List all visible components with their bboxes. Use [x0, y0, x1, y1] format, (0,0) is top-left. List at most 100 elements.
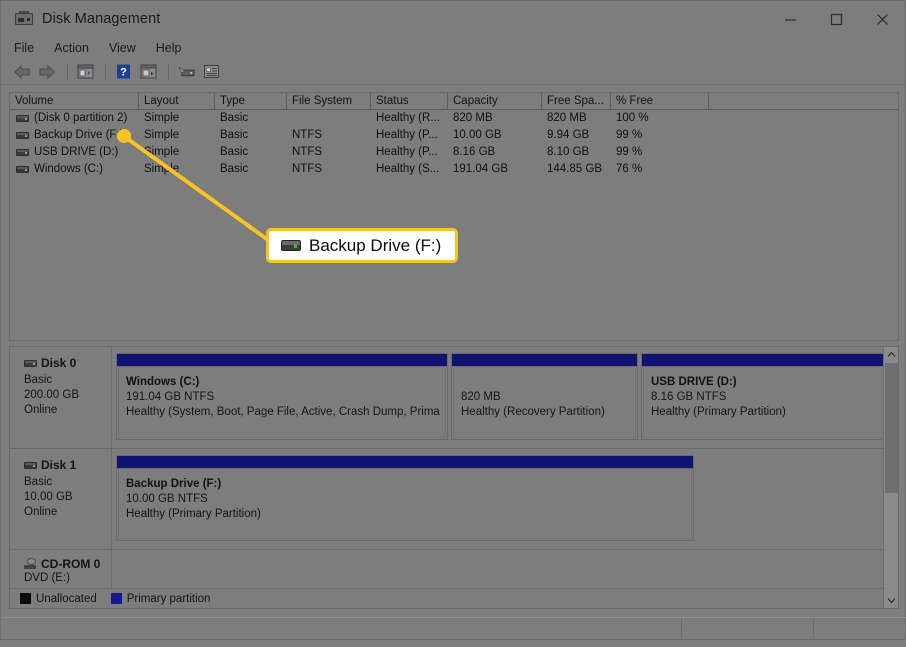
status-bar-cell-3	[814, 618, 906, 638]
cell-capacity: 10.00 GB	[448, 127, 542, 144]
show-action-pane-button[interactable]	[137, 62, 159, 82]
cell-layout: Simple	[139, 110, 215, 127]
toolbar: ?	[1, 59, 905, 85]
partition-fill-bar	[117, 354, 447, 367]
cell-percent-free: 99 %	[611, 144, 709, 161]
disk-row-disk-1[interactable]: Disk 1 Basic 10.00 GB Online Backup Driv…	[10, 449, 898, 550]
close-icon[interactable]	[859, 1, 905, 37]
show-hide-console-tree-button[interactable]	[74, 62, 96, 82]
menu-bar: File Action View Help	[1, 37, 905, 59]
drive-icon	[16, 166, 29, 173]
column-header-status[interactable]: Status	[371, 93, 448, 109]
cell-type: Basic	[215, 127, 287, 144]
disk-row-cdrom-0[interactable]: CD-ROM 0 DVD (E:)	[10, 550, 898, 588]
partition-status: Healthy (System, Boot, Page File, Active…	[126, 405, 445, 420]
table-row[interactable]: Windows (C:) Simple Basic NTFS Healthy (…	[10, 161, 898, 178]
scroll-down-icon[interactable]	[884, 593, 898, 608]
disk-size: 10.00 GB	[24, 490, 111, 505]
disk-size: 200.00 GB	[24, 388, 111, 403]
properties-button[interactable]	[200, 62, 222, 82]
cell-layout: Simple	[139, 127, 215, 144]
maximize-icon[interactable]	[813, 1, 859, 37]
forward-button[interactable]	[36, 62, 58, 82]
cell-percent-free: 76 %	[611, 161, 709, 178]
partition-recovery[interactable]: 820 MB Healthy (Recovery Partition)	[451, 353, 638, 440]
disk-drive-icon	[15, 11, 33, 27]
partition-size: 191.04 GB NTFS	[126, 390, 445, 405]
rescan-disks-icon	[178, 64, 195, 79]
table-row[interactable]: USB DRIVE (D:) Simple Basic NTFS Healthy…	[10, 144, 898, 161]
window-controls	[767, 1, 905, 37]
menu-item-file[interactable]: File	[14, 37, 45, 59]
cell-layout: Simple	[139, 161, 215, 178]
console-tree-icon	[77, 64, 94, 79]
partition-usb-drive-d[interactable]: USB DRIVE (D:) 8.16 GB NTFS Healthy (Pri…	[641, 353, 888, 440]
partition-windows-c[interactable]: Windows (C:) 191.04 GB NTFS Healthy (Sys…	[116, 353, 448, 440]
unallocated-swatch-icon	[20, 593, 31, 604]
svg-text:?: ?	[120, 67, 127, 79]
column-header-layout[interactable]: Layout	[139, 93, 215, 109]
cell-file-system: NTFS	[287, 144, 371, 161]
legend-item-primary-partition: Primary partition	[111, 593, 211, 605]
graphical-view-scrollbar[interactable]	[883, 347, 898, 608]
properties-icon	[203, 64, 220, 79]
cell-status: Healthy (S...	[371, 161, 448, 178]
column-header-filler	[709, 93, 898, 109]
cdrom-name: CD-ROM 0	[41, 557, 100, 571]
cell-free-space: 144.85 GB	[542, 161, 611, 178]
disk-state: Online	[24, 505, 111, 520]
menu-item-help[interactable]: Help	[156, 37, 193, 59]
cell-status: Healthy (P...	[371, 144, 448, 161]
graphical-disk-view: Disk 0 Basic 200.00 GB Online Windows (C…	[9, 346, 899, 609]
partition-backup-drive-f[interactable]: Backup Drive (F:) 10.00 GB NTFS Healthy …	[116, 455, 694, 541]
drive-icon	[16, 132, 29, 139]
menu-item-view[interactable]: View	[109, 37, 147, 59]
disk-drive-icon	[281, 240, 301, 251]
disk-info-disk-0[interactable]: Disk 0 Basic 200.00 GB Online	[10, 347, 112, 448]
partition-name: USB DRIVE (D:)	[651, 375, 885, 390]
disk-management-window: Disk Management File Action View Help	[0, 0, 906, 647]
question-mark-icon: ?	[115, 64, 132, 79]
cell-file-system: NTFS	[287, 161, 371, 178]
callout-label-box: Backup Drive (F:)	[266, 228, 458, 263]
rescan-disks-button[interactable]	[175, 62, 197, 82]
primary-partition-swatch-icon	[111, 593, 122, 604]
help-button[interactable]: ?	[112, 62, 134, 82]
column-header-capacity[interactable]: Capacity	[448, 93, 542, 109]
table-row[interactable]: (Disk 0 partition 2) Simple Basic Health…	[10, 110, 898, 127]
cdrom-label: DVD (E:)	[24, 571, 111, 586]
cell-status: Healthy (R...	[371, 110, 448, 127]
cdrom-icon	[24, 558, 38, 571]
scrollbar-thumb[interactable]	[885, 363, 898, 493]
drive-icon	[24, 360, 37, 367]
disk-state: Online	[24, 403, 111, 418]
disk-type: Basic	[24, 475, 111, 490]
disk-row-disk-0[interactable]: Disk 0 Basic 200.00 GB Online Windows (C…	[10, 347, 898, 449]
cdrom-info[interactable]: CD-ROM 0 DVD (E:)	[10, 550, 112, 588]
disk-info-disk-1[interactable]: Disk 1 Basic 10.00 GB Online	[10, 449, 112, 549]
action-pane-icon	[140, 64, 157, 79]
column-header-volume[interactable]: Volume	[10, 93, 139, 109]
cell-capacity: 191.04 GB	[448, 161, 542, 178]
back-button[interactable]	[11, 62, 33, 82]
column-header-file-system[interactable]: File System	[287, 93, 371, 109]
toolbar-separator	[105, 64, 106, 80]
partition-status: Healthy (Recovery Partition)	[461, 405, 635, 420]
column-header-percent-free[interactable]: % Free	[611, 93, 709, 109]
legend-label: Unallocated	[36, 593, 97, 605]
cell-free-space: 9.94 GB	[542, 127, 611, 144]
cell-layout: Simple	[139, 144, 215, 161]
partition-size: 10.00 GB NTFS	[126, 492, 691, 507]
cell-file-system: NTFS	[287, 127, 371, 144]
partition-status: Healthy (Primary Partition)	[126, 507, 691, 522]
menu-item-action[interactable]: Action	[54, 37, 100, 59]
status-bar-cell-2	[682, 618, 814, 638]
table-row[interactable]: Backup Drive (F:) Simple Basic NTFS Heal…	[10, 127, 898, 144]
cell-volume: USB DRIVE (D:)	[34, 144, 118, 161]
scroll-up-icon[interactable]	[884, 347, 898, 362]
minimize-icon[interactable]	[767, 1, 813, 37]
column-header-type[interactable]: Type	[215, 93, 287, 109]
column-header-free-space[interactable]: Free Spa...	[542, 93, 611, 109]
cell-volume: Windows (C:)	[34, 161, 103, 178]
toolbar-separator	[67, 64, 68, 80]
